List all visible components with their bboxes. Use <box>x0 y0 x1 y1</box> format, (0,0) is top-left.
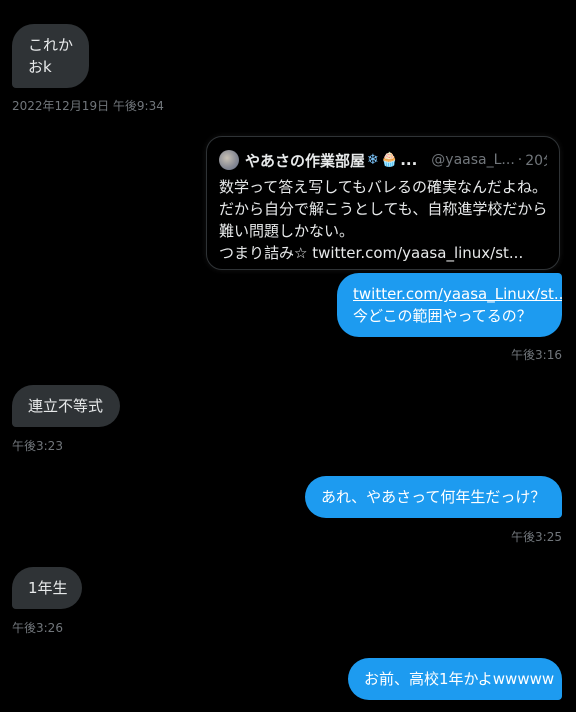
snowflake-icon: ❄ <box>367 152 379 168</box>
quoted-tweet-time: 20分 <box>525 153 547 169</box>
quoted-tweet-line: 数学って答え写してもバレるの確実なんだよね。 <box>219 178 548 196</box>
cupcake-icon: 🧁 <box>380 152 399 168</box>
quoted-tweet-line: だから自分で解こうとしても、自称進学校だから <box>219 200 548 218</box>
quoted-tweet-header: やあさの作業部屋 ❄ 🧁 ... @yaasa_L... · 20分 <box>219 148 547 172</box>
message-timestamp: 午後3:26 <box>12 621 63 635</box>
message-text: 今どこの範囲やってるの？ <box>353 307 532 325</box>
message-text: お前、高校1年かよwwwww <box>364 670 555 688</box>
message-bubble-outgoing[interactable]: あれ、やあさって何年生だっけ？ <box>305 476 562 518</box>
dm-conversation: これか おk 2022年12月19日 午後9:34 やあさの作業部屋 ❄ 🧁 .… <box>0 0 576 712</box>
message-bubble-incoming[interactable]: 連立不等式 <box>12 385 120 427</box>
message-timestamp: 午後3:25 <box>511 530 562 544</box>
message-text: これか <box>28 36 74 54</box>
quoted-tweet-line: 難い問題しかない。 <box>219 222 355 240</box>
avatar <box>219 150 239 170</box>
message-text: 1年生 <box>28 579 68 597</box>
message-bubble-incoming[interactable]: 1年生 <box>12 567 82 609</box>
name-truncation: ... <box>400 151 418 169</box>
quoted-tweet-author-name: やあさの作業部屋 <box>245 151 366 170</box>
message-timestamp: 2022年12月19日 午後9:34 <box>12 99 164 113</box>
message-bubble-outgoing[interactable]: twitter.com/yaasa_Linux/st... 今どこの範囲やってる… <box>337 273 562 337</box>
quoted-tweet-card[interactable]: やあさの作業部屋 ❄ 🧁 ... @yaasa_L... · 20分 数学って答… <box>206 136 560 270</box>
separator-dot: · <box>517 152 523 168</box>
message-timestamp: 午後3:23 <box>12 439 63 453</box>
message-text: あれ、やあさって何年生だっけ？ <box>321 488 546 506</box>
tweet-link[interactable]: twitter.com/yaasa_Linux/st... <box>353 283 562 305</box>
message-bubble-incoming[interactable]: これか おk <box>12 24 89 88</box>
quoted-tweet-text: 数学って答え写してもバレるの確実なんだよね。 だから自分で解こうとしても、自称進… <box>219 176 547 264</box>
message-text: 連立不等式 <box>28 397 104 415</box>
message-bubble-outgoing[interactable]: お前、高校1年かよwwwww <box>348 658 562 700</box>
quoted-tweet-handle: @yaasa_L... <box>431 152 515 168</box>
message-timestamp: 午後3:16 <box>511 348 562 362</box>
message-text: おk <box>28 58 52 76</box>
quoted-tweet-line: つまり詰み☆ twitter.com/yaasa_linux/st... <box>219 244 524 262</box>
